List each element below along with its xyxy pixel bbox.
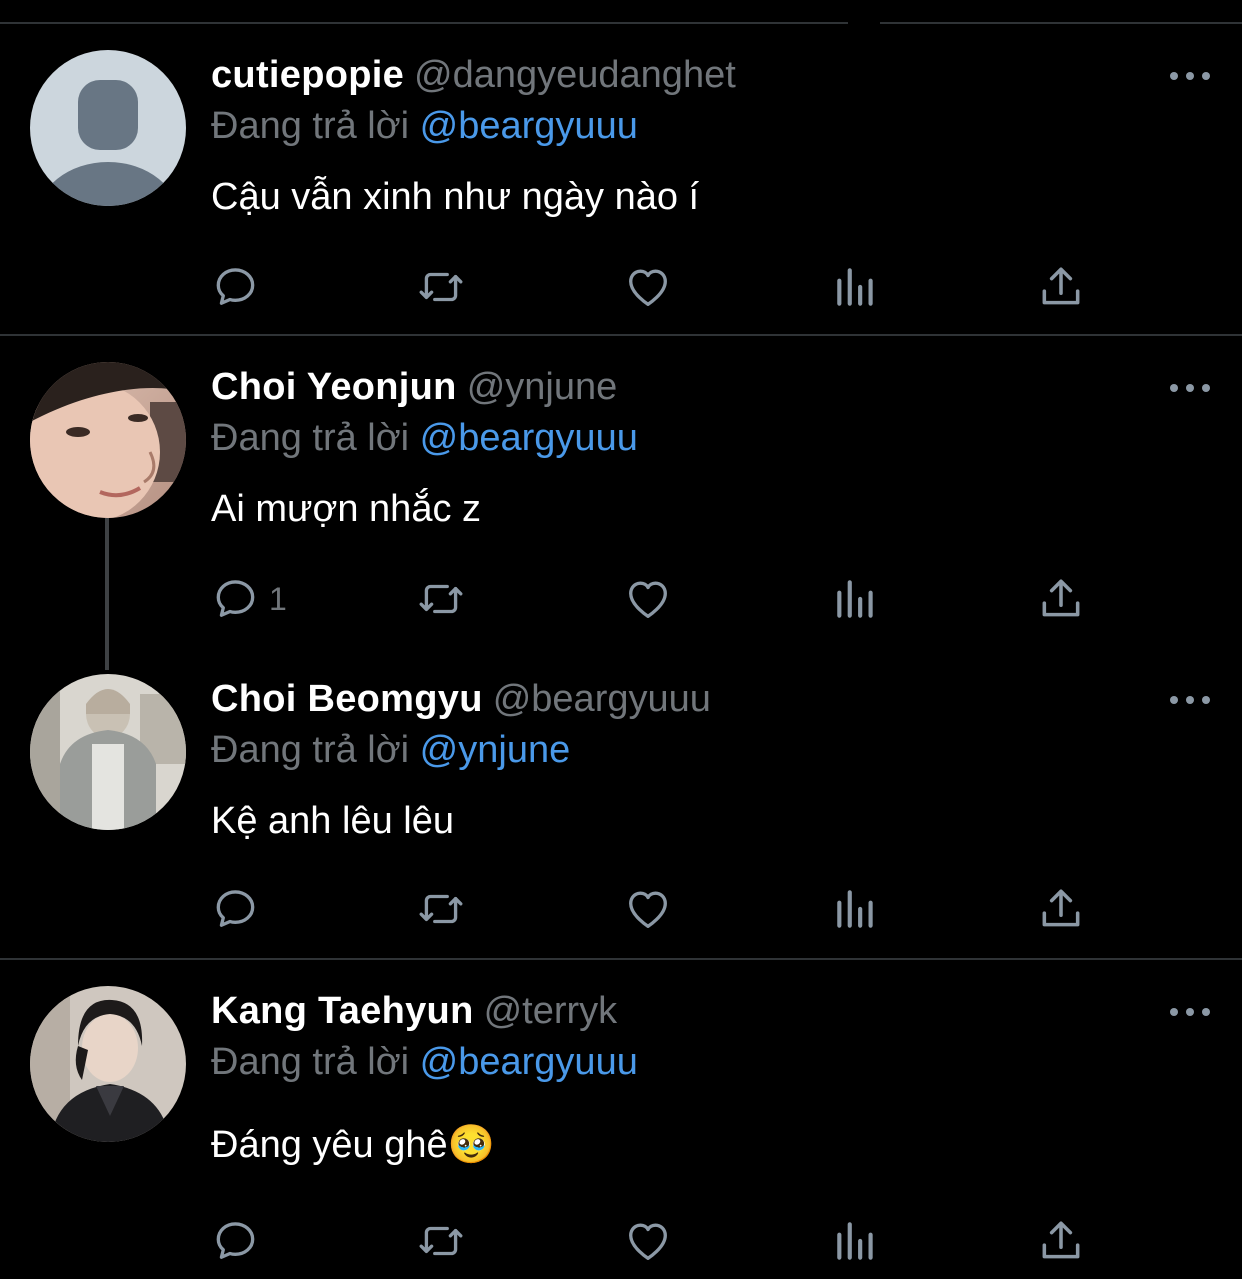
display-name[interactable]: Kang Taehyun bbox=[211, 990, 474, 1032]
replying-to: Đang trả lời @beargyuuu bbox=[211, 412, 1182, 464]
heart-icon bbox=[629, 581, 667, 618]
retweet-icon bbox=[419, 894, 463, 924]
reply-icon bbox=[216, 268, 255, 305]
profile-photo bbox=[30, 362, 186, 518]
replying-label: Đang trả lời bbox=[211, 729, 410, 771]
share-icon bbox=[1042, 889, 1080, 927]
like-button[interactable] bbox=[623, 884, 673, 934]
retweet-icon bbox=[419, 1226, 463, 1256]
replying-label: Đang trả lời bbox=[211, 417, 410, 459]
tweet-cutiepopie[interactable]: cutiepopie @dangyeudanghet Đang trả lời @… bbox=[0, 0, 1242, 335]
share-icon bbox=[1042, 1221, 1080, 1259]
views-button[interactable] bbox=[831, 574, 881, 624]
views-button[interactable] bbox=[831, 262, 881, 312]
share-button[interactable] bbox=[1036, 262, 1086, 312]
replying-mention-link[interactable]: @beargyuuu bbox=[420, 1041, 638, 1083]
like-button[interactable] bbox=[623, 1216, 673, 1266]
user-handle[interactable]: @terryk bbox=[484, 990, 618, 1032]
replying-to: Đang trả lời @ynjune bbox=[211, 724, 1182, 776]
heart-icon bbox=[629, 1223, 667, 1260]
tweet-text: Đáng yêu ghê🥹 bbox=[211, 1124, 495, 1166]
share-button[interactable] bbox=[1036, 574, 1086, 624]
tweet-kang-taehyun[interactable]: Kang Taehyun @terryk Đang trả lời @beargy… bbox=[0, 960, 1242, 1279]
display-name[interactable]: Choi Beomgyu bbox=[211, 678, 483, 720]
tweet-header: cutiepopie @dangyeudanghet bbox=[211, 50, 1182, 100]
tweet-text: Cậu vẫn xinh như ngày nào í bbox=[211, 176, 700, 218]
views-button[interactable] bbox=[831, 884, 881, 934]
default-profile-icon bbox=[38, 80, 178, 206]
tweet-text: Ai mượn nhắc z bbox=[211, 488, 482, 530]
retweet-button[interactable] bbox=[416, 574, 466, 624]
tweet-actions bbox=[211, 884, 1091, 934]
replying-to: Đang trả lời @beargyuuu bbox=[211, 100, 1182, 152]
avatar[interactable] bbox=[30, 362, 186, 518]
reply-icon bbox=[216, 890, 255, 927]
tweet-actions bbox=[211, 262, 1091, 312]
reply-button[interactable] bbox=[211, 262, 269, 312]
replying-label: Đang trả lời bbox=[211, 105, 410, 147]
reply-button[interactable]: 1 bbox=[211, 574, 287, 624]
heart-icon bbox=[629, 269, 667, 306]
reply-count: 1 bbox=[269, 580, 287, 617]
retweet-button[interactable] bbox=[416, 884, 466, 934]
more-icon[interactable] bbox=[1170, 1005, 1210, 1019]
profile-photo bbox=[30, 986, 186, 1142]
tweet-header: Choi Beomgyu @beargyuuu bbox=[211, 674, 1182, 724]
reply-button[interactable] bbox=[211, 884, 269, 934]
tweet-header: Kang Taehyun @terryk bbox=[211, 986, 1182, 1036]
replying-mention-link[interactable]: @beargyuuu bbox=[420, 105, 638, 147]
avatar[interactable] bbox=[30, 50, 186, 206]
tweet-text: Kệ anh lêu lêu bbox=[211, 800, 454, 842]
more-icon[interactable] bbox=[1170, 69, 1210, 83]
retweet-icon bbox=[419, 584, 463, 614]
tweet-actions: 1 bbox=[211, 574, 1091, 624]
avatar[interactable] bbox=[30, 674, 186, 830]
views-icon bbox=[837, 1222, 873, 1260]
views-icon bbox=[837, 580, 873, 618]
profile-photo bbox=[30, 674, 186, 830]
views-icon bbox=[837, 890, 873, 928]
replying-to: Đang trả lời @beargyuuu bbox=[211, 1036, 1182, 1088]
replying-label: Đang trả lời bbox=[211, 1041, 410, 1083]
reply-button[interactable] bbox=[211, 1216, 269, 1266]
replying-mention-link[interactable]: @ynjune bbox=[420, 729, 571, 771]
user-handle[interactable]: @dangyeudanghet bbox=[414, 54, 736, 96]
views-button[interactable] bbox=[831, 1216, 881, 1266]
views-icon bbox=[837, 268, 873, 306]
more-icon[interactable] bbox=[1170, 381, 1210, 395]
share-icon bbox=[1042, 579, 1080, 617]
reply-icon bbox=[216, 1222, 255, 1259]
like-button[interactable] bbox=[623, 262, 673, 312]
tweet-header: Choi Yeonjun @ynjune bbox=[211, 362, 1182, 412]
retweet-button[interactable] bbox=[416, 262, 466, 312]
avatar[interactable] bbox=[30, 986, 186, 1142]
share-button[interactable] bbox=[1036, 884, 1086, 934]
user-handle[interactable]: @ynjune bbox=[467, 366, 618, 408]
replying-mention-link[interactable]: @beargyuuu bbox=[420, 417, 638, 459]
retweet-button[interactable] bbox=[416, 1216, 466, 1266]
user-handle[interactable]: @beargyuuu bbox=[493, 678, 711, 720]
tweet-actions bbox=[211, 1216, 1091, 1266]
tweet-choi-beomgyu[interactable]: Choi Beomgyu @beargyuuu Đang trả lời @ynj… bbox=[0, 648, 1242, 958]
reply-icon bbox=[216, 580, 255, 617]
display-name[interactable]: Choi Yeonjun bbox=[211, 366, 457, 408]
like-button[interactable] bbox=[623, 574, 673, 624]
display-name[interactable]: cutiepopie bbox=[211, 54, 404, 96]
retweet-icon bbox=[419, 272, 463, 302]
more-icon[interactable] bbox=[1170, 693, 1210, 707]
share-icon bbox=[1042, 267, 1080, 305]
tweet-choi-yeonjun[interactable]: Choi Yeonjun @ynjune Đang trả lời @beargy… bbox=[0, 336, 1242, 648]
heart-icon bbox=[629, 891, 667, 928]
share-button[interactable] bbox=[1036, 1216, 1086, 1266]
